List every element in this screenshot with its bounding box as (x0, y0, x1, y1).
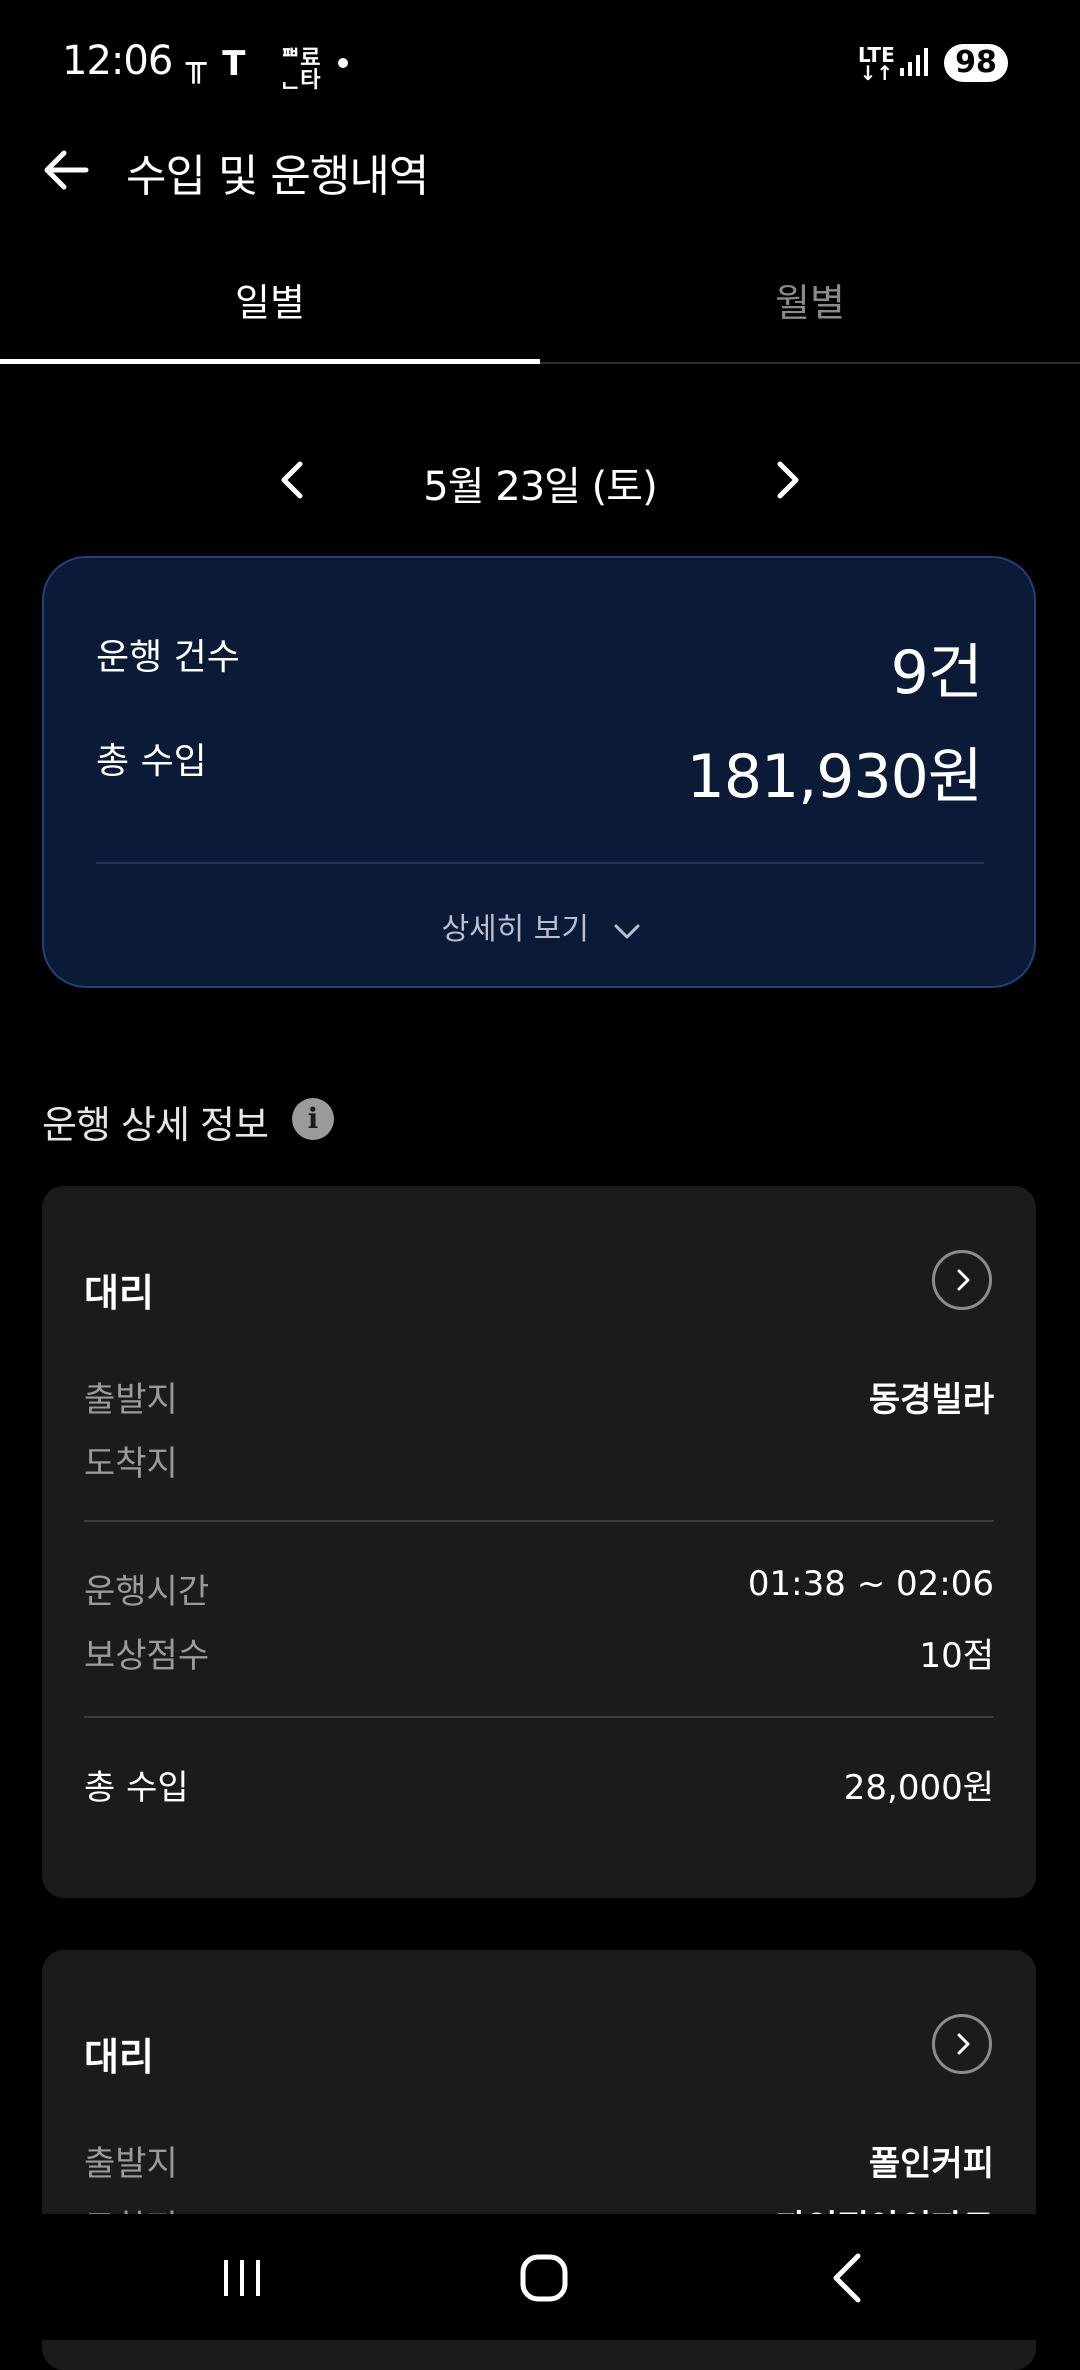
recent-apps-icon[interactable] (212, 2250, 272, 2306)
tab-daily[interactable]: 일별 (0, 272, 540, 327)
info-icon[interactable]: i (292, 1098, 334, 1140)
view-details-label: 상세히 보기 (441, 912, 589, 947)
ride-detail-button[interactable] (932, 1250, 992, 1310)
ride-total-label: 총 수입 (84, 1768, 189, 1808)
ride-type: 대리 (84, 1271, 154, 1315)
departure-label: 출발지 (84, 1380, 178, 1420)
arrival-label: 도착지 (84, 1444, 178, 1484)
tab-monthly[interactable]: 월별 (540, 272, 1080, 327)
ride-total-value: 28,000원 (843, 1768, 994, 1808)
trips-value: 9건 (890, 638, 983, 708)
departure-value: 동경빌라 (868, 1380, 994, 1420)
chevron-right-icon[interactable] (764, 458, 808, 502)
ride-divider (84, 1520, 994, 1522)
section-title: 운행 상세 정보 (42, 1103, 269, 1147)
departure-label: 출발지 (84, 2144, 178, 2184)
ride-detail-button[interactable] (932, 2014, 992, 2074)
page-title: 수입 및 운행내역 (126, 151, 429, 202)
carrier-icons: ╥ T (186, 44, 248, 84)
back-icon[interactable] (818, 2250, 878, 2306)
carrier-app-icon: ᅖ료 ᆫ타 (280, 46, 321, 93)
income-label: 총 수입 (96, 741, 207, 782)
ride-card[interactable]: 대리 출발지 동경빌라 도착지 운행시간 01:38 ~ 02:06 보상점수 … (42, 1186, 1036, 1898)
drive-time-label: 운행시간 (84, 1572, 210, 1612)
points-value: 10점 (919, 1636, 994, 1676)
ride-divider (84, 1716, 994, 1718)
selected-date: 5월 23일 (토) (423, 464, 657, 510)
points-label: 보상점수 (84, 1636, 210, 1676)
home-icon[interactable] (514, 2250, 574, 2306)
battery-indicator: 98 (944, 44, 1008, 82)
income-value: 181,930원 (686, 742, 983, 812)
notification-dot-icon (338, 58, 348, 68)
signal-icon (900, 48, 928, 76)
network-arrows-icon: ↓↑ (859, 61, 894, 85)
arrow-left-icon[interactable] (38, 142, 94, 198)
summary-divider (96, 862, 984, 864)
ride-type: 대리 (84, 2035, 154, 2079)
status-time: 12:06 (62, 38, 173, 84)
chevron-down-icon (614, 924, 640, 938)
tab-active-indicator (0, 359, 540, 364)
chevron-right-icon (957, 2033, 970, 2055)
summary-card: 운행 건수 9건 총 수입 181,930원 상세히 보기 (42, 556, 1036, 988)
trips-label: 운행 건수 (96, 637, 240, 678)
departure-value: 폴인커피 (868, 2144, 994, 2184)
chevron-left-icon[interactable] (272, 458, 316, 502)
drive-time-value: 01:38 ~ 02:06 (747, 1564, 994, 1604)
chevron-right-icon (957, 1269, 970, 1291)
system-nav-bar (0, 2214, 1080, 2340)
network-type: LTE ↓↑ (858, 45, 895, 85)
view-details-button[interactable]: 상세히 보기 (44, 904, 1038, 948)
